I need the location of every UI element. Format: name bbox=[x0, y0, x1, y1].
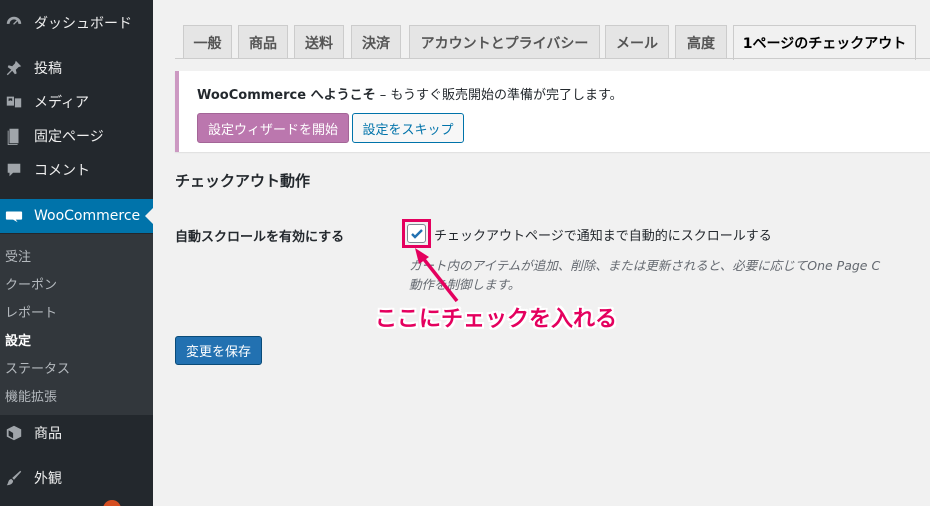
menu-label: メディア bbox=[34, 95, 90, 111]
tab-general[interactable]: 一般 bbox=[183, 25, 232, 59]
checkmark-icon bbox=[410, 228, 423, 239]
menu-label: 投稿 bbox=[34, 61, 62, 77]
media-icon bbox=[4, 92, 24, 112]
welcome-notice: WooCommerce へようこそ – もうすぐ販売開始の準備が完了します。 設… bbox=[175, 71, 930, 152]
save-changes-button[interactable]: 変更を保存 bbox=[175, 336, 262, 365]
menu-label: ダッシュボード bbox=[34, 16, 132, 32]
auto-scroll-checkbox-label[interactable]: チェックアウトページで通知まで自動的にスクロールする bbox=[434, 225, 772, 244]
menu-media[interactable]: メディア bbox=[0, 85, 153, 119]
section-title: チェックアウト動作 bbox=[175, 172, 311, 190]
woocommerce-submenu: 受注 クーポン レポート 設定 ステータス 機能拡張 bbox=[0, 234, 153, 415]
notice-text: WooCommerce へようこそ – もうすぐ販売開始の準備が完了します。 bbox=[197, 84, 623, 103]
tab-shipping[interactable]: 送料 bbox=[294, 25, 344, 59]
submenu-extensions[interactable]: 機能拡張 bbox=[5, 386, 57, 405]
comment-icon bbox=[4, 160, 24, 180]
menu-posts[interactable]: 投稿 bbox=[0, 51, 153, 85]
field-description: カート内のアイテムが追加、削除、または更新されると、必要に応じてOne Page… bbox=[409, 258, 881, 273]
dashboard-icon bbox=[4, 13, 24, 33]
menu-label: 固定ページ bbox=[34, 129, 104, 145]
menu-label: 外観 bbox=[34, 471, 62, 487]
menu-appearance[interactable]: 外観 bbox=[0, 461, 153, 495]
update-badge bbox=[103, 500, 121, 506]
skip-setup-button[interactable]: 設定をスキップ bbox=[352, 113, 464, 143]
annotation-text: ここにチェックを入れる bbox=[375, 307, 618, 332]
tab-advanced[interactable]: 高度 bbox=[675, 25, 727, 59]
submenu-coupons[interactable]: クーポン bbox=[5, 274, 57, 293]
menu-pages[interactable]: 固定ページ bbox=[0, 119, 153, 153]
menu-label: 商品 bbox=[34, 426, 62, 442]
tab-divider bbox=[175, 58, 930, 59]
admin-sidebar: ダッシュボード 投稿 メディア 固定ページ コメント WooCommerce 受… bbox=[0, 0, 153, 506]
product-icon bbox=[4, 423, 24, 443]
annotation-arrow bbox=[415, 248, 459, 303]
submenu-status[interactable]: ステータス bbox=[5, 358, 70, 377]
menu-label: コメント bbox=[34, 163, 90, 179]
auto-scroll-checkbox[interactable] bbox=[407, 224, 426, 243]
tab-products[interactable]: 商品 bbox=[238, 25, 288, 59]
tab-accounts-privacy[interactable]: アカウントとプライバシー bbox=[409, 25, 600, 59]
menu-products[interactable]: 商品 bbox=[0, 416, 153, 450]
menu-label: WooCommerce bbox=[34, 208, 141, 224]
submenu-settings[interactable]: 設定 bbox=[5, 330, 31, 349]
tab-emails[interactable]: メール bbox=[605, 25, 669, 59]
notice-message: – もうすぐ販売開始の準備が完了します。 bbox=[375, 88, 623, 103]
auto-scroll-label: 自動スクロールを有効にする bbox=[175, 230, 345, 245]
menu-comments[interactable]: コメント bbox=[0, 153, 153, 187]
submenu-reports[interactable]: レポート bbox=[5, 302, 57, 321]
tab-one-page-checkout[interactable]: 1ページのチェックアウト bbox=[733, 25, 916, 60]
tab-payments[interactable]: 決済 bbox=[351, 25, 401, 59]
page-icon bbox=[4, 126, 24, 146]
menu-dashboard[interactable]: ダッシュボード bbox=[0, 6, 153, 40]
pin-icon bbox=[4, 58, 24, 78]
paintbrush-icon bbox=[4, 468, 24, 488]
setup-wizard-button[interactable]: 設定ウィザードを開始 bbox=[197, 113, 349, 143]
woo-icon bbox=[4, 206, 24, 226]
submenu-orders[interactable]: 受注 bbox=[5, 246, 31, 265]
menu-woocommerce[interactable]: WooCommerce bbox=[0, 199, 153, 233]
notice-brand: WooCommerce へようこそ bbox=[197, 88, 376, 103]
